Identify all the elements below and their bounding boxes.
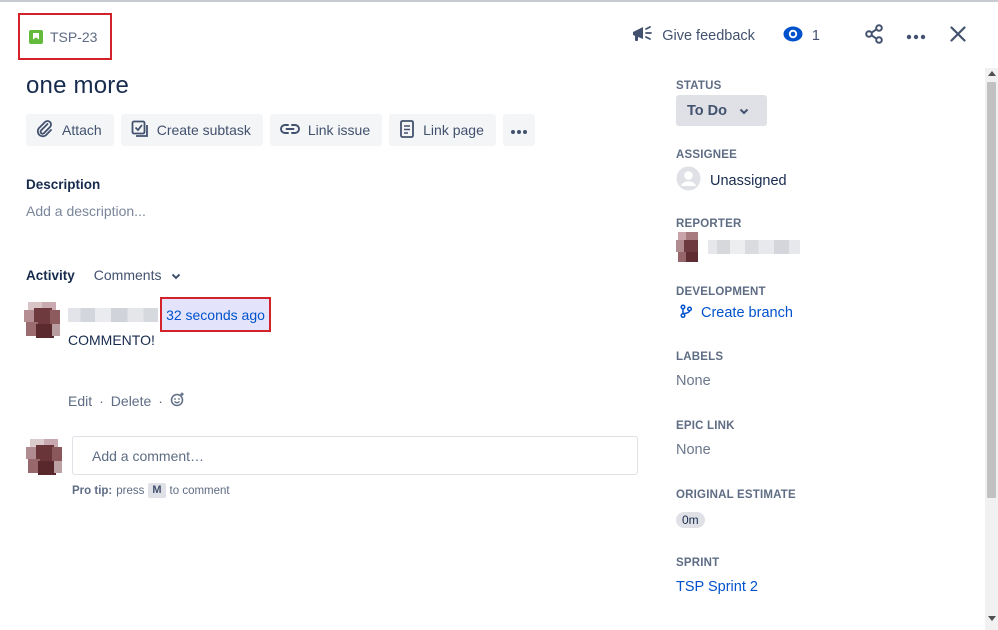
paperclip-icon: [36, 119, 54, 141]
comment-actions: Edit · Delete ·: [68, 392, 185, 410]
subtask-icon: [131, 120, 149, 141]
separator: ·: [99, 393, 104, 409]
pro-tip-press: press: [116, 484, 145, 497]
link-issue-button[interactable]: Link issue: [269, 114, 383, 146]
pro-tip-suffix: to comment: [169, 484, 230, 497]
create-branch-link[interactable]: Create branch: [680, 304, 793, 322]
comment-author-avatar[interactable]: [22, 300, 62, 340]
link-issue-label: Link issue: [307, 122, 371, 138]
activity-header: Activity Comments: [26, 267, 181, 283]
description-field[interactable]: Add a description...: [26, 203, 146, 219]
header-actions: Give feedback 1: [631, 22, 972, 50]
attach-label: Attach: [62, 122, 102, 138]
status-value: To Do: [687, 102, 727, 119]
toolbar-more-button[interactable]: [502, 114, 535, 146]
issue-key-link[interactable]: TSP-23: [18, 13, 112, 60]
issue-key: TSP-23: [50, 28, 98, 45]
scrollbar[interactable]: [985, 68, 998, 630]
emoji-icon: [170, 392, 185, 410]
create-subtask-button[interactable]: Create subtask: [120, 114, 263, 146]
edit-comment-button[interactable]: Edit: [68, 393, 92, 409]
eye-icon: [783, 26, 803, 46]
add-reaction-button[interactable]: [170, 392, 185, 410]
reporter-avatar[interactable]: [676, 232, 700, 262]
link-page-button[interactable]: Link page: [389, 114, 496, 146]
assignee-label: ASSIGNEE: [676, 149, 738, 161]
megaphone-icon: [631, 24, 653, 48]
scrollbar-thumb[interactable]: [987, 82, 996, 498]
watch-button[interactable]: 1: [783, 26, 820, 46]
activity-heading: Activity: [26, 267, 75, 283]
reporter-label: REPORTER: [676, 218, 742, 230]
create-subtask-label: Create subtask: [156, 122, 251, 138]
issue-toolbar: Attach Create subtask Link issue Link pa…: [26, 114, 535, 146]
story-icon: [29, 29, 43, 44]
description-heading: Description: [26, 177, 101, 192]
close-icon: [950, 25, 966, 47]
watch-count: 1: [811, 28, 820, 44]
activity-filter-label: Comments: [93, 267, 162, 283]
branch-icon: [680, 304, 693, 322]
close-button[interactable]: [944, 22, 972, 50]
chevron-down-icon: [171, 267, 181, 283]
comment-author-name[interactable]: [68, 308, 158, 322]
user-avatar-icon: [676, 166, 701, 195]
pro-tip-label: Pro tip:: [72, 484, 113, 497]
page-icon: [399, 119, 415, 141]
keyboard-shortcut-key: M: [148, 483, 166, 498]
comment-timestamp-link[interactable]: 32 seconds ago: [160, 297, 271, 332]
separator: ·: [158, 393, 163, 409]
assignee-field[interactable]: Unassigned: [676, 166, 787, 195]
scroll-up-arrow[interactable]: [985, 70, 998, 80]
create-branch-label: Create branch: [701, 305, 793, 321]
labels-value[interactable]: None: [676, 373, 711, 389]
give-feedback-label: Give feedback: [662, 28, 755, 44]
more-icon: [510, 122, 528, 138]
link-page-label: Link page: [423, 122, 484, 138]
status-dropdown[interactable]: To Do: [676, 95, 767, 126]
share-button[interactable]: [860, 22, 888, 50]
sprint-link[interactable]: TSP Sprint 2: [676, 579, 758, 595]
status-label: STATUS: [676, 80, 722, 92]
pro-tip: Pro tip: press M to comment: [72, 483, 230, 498]
epic-link-value[interactable]: None: [676, 442, 711, 458]
attach-button[interactable]: Attach: [26, 114, 114, 146]
more-actions-button[interactable]: [902, 22, 930, 50]
development-label: DEVELOPMENT: [676, 286, 766, 298]
top-border: [0, 0, 998, 2]
activity-filter-dropdown[interactable]: Comments: [94, 267, 182, 283]
reporter-name[interactable]: [708, 240, 800, 254]
epic-link-label: EPIC LINK: [676, 420, 735, 432]
delete-comment-button[interactable]: Delete: [111, 393, 151, 409]
add-comment-input[interactable]: Add a comment…: [72, 436, 638, 475]
current-user-avatar: [24, 437, 64, 477]
sprint-label: SPRINT: [676, 557, 720, 569]
original-estimate-value[interactable]: 0m: [676, 512, 705, 528]
share-icon: [864, 23, 884, 49]
scroll-down-arrow[interactable]: [985, 616, 998, 626]
give-feedback-button[interactable]: Give feedback: [631, 24, 755, 48]
more-icon: [906, 27, 926, 45]
link-icon: [279, 122, 300, 139]
chevron-down-icon: [739, 103, 749, 119]
assignee-value: Unassigned: [710, 172, 787, 189]
issue-title[interactable]: one more: [26, 72, 129, 100]
original-estimate-label: ORIGINAL ESTIMATE: [676, 489, 796, 501]
labels-label: LABELS: [676, 351, 724, 363]
comment-body: COMMENTO!: [68, 332, 155, 348]
